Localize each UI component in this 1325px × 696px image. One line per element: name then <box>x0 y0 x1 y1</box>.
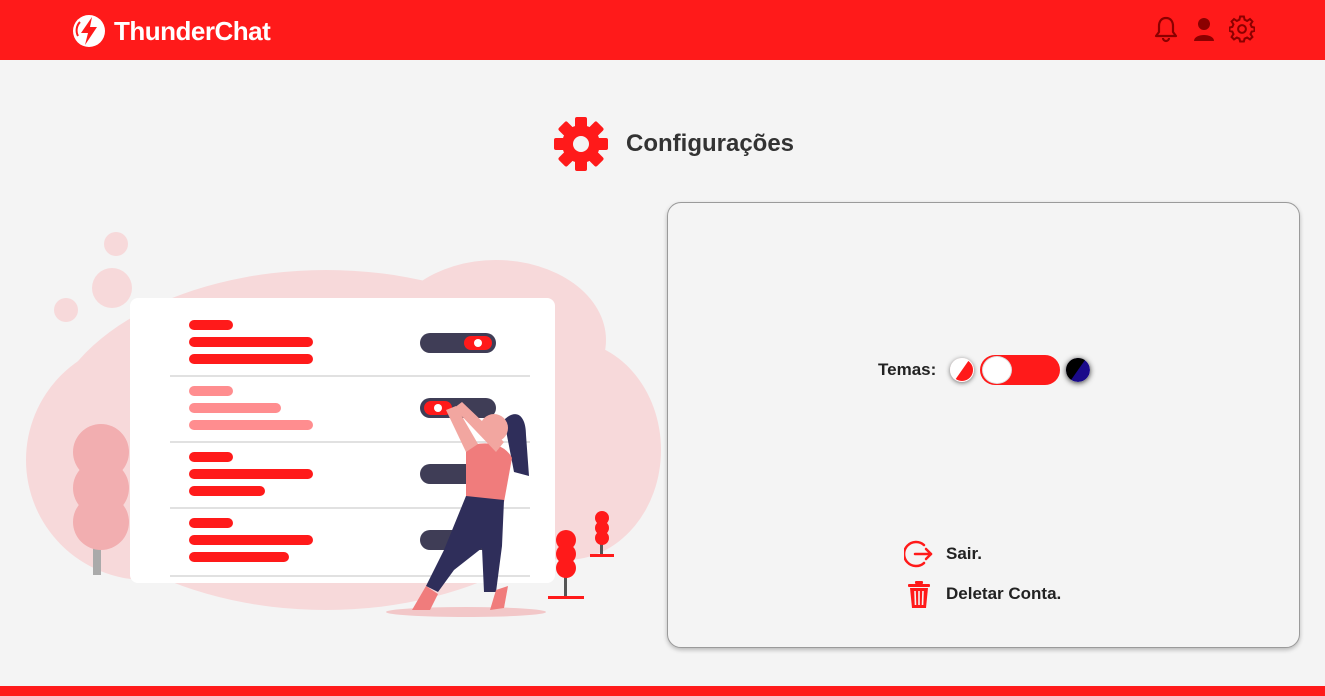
brand-name: ThunderChat <box>114 15 271 46</box>
dark-theme-icon[interactable] <box>1066 358 1091 382</box>
theme-setting: Temas: <box>878 355 1091 385</box>
bubble <box>104 232 128 256</box>
bubble <box>54 298 78 322</box>
theme-label: Temas: <box>878 360 937 379</box>
logout-label: Sair. <box>946 544 982 563</box>
page-header: Configurações <box>554 117 794 171</box>
brand-logo[interactable]: ThunderChat <box>72 14 271 48</box>
light-theme-icon[interactable] <box>950 358 975 382</box>
delete-account-label: Deletar Conta. <box>946 584 1062 603</box>
delete-account-button[interactable]: Deletar Conta. <box>904 579 1061 609</box>
user-icon[interactable] <box>1191 15 1217 43</box>
bottom-bar <box>0 686 1325 696</box>
bubble <box>92 268 132 308</box>
theme-toggle-knob <box>982 356 1013 384</box>
bell-icon[interactable] <box>1153 15 1179 43</box>
top-navbar: ThunderChat <box>0 0 1325 60</box>
trash-icon <box>908 581 930 608</box>
logout-icon <box>904 540 933 568</box>
settings-illustration <box>26 232 661 617</box>
settings-panel: Temas: Sair. Deletar Conta. <box>667 202 1300 648</box>
header-actions <box>1153 15 1255 43</box>
lightning-logo-icon <box>73 15 105 47</box>
gear-icon[interactable] <box>1229 15 1255 43</box>
page-title: Configurações <box>626 130 795 157</box>
theme-toggle[interactable] <box>980 355 1061 385</box>
settings-gear-icon <box>554 117 608 171</box>
account-actions: Sair. Deletar Conta. <box>904 539 1061 619</box>
logout-button[interactable]: Sair. <box>904 539 1061 569</box>
